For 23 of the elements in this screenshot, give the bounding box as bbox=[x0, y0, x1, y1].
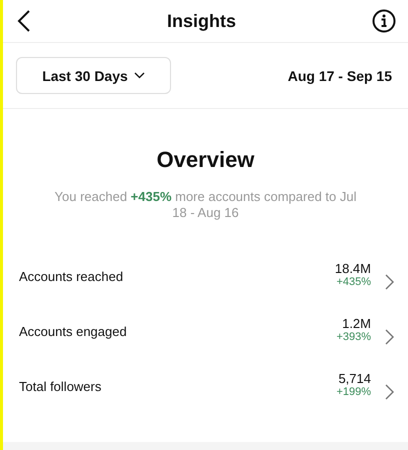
metric-label: Total followers bbox=[19, 378, 102, 394]
metric-value: 1.2M bbox=[342, 316, 371, 331]
period-dropdown[interactable]: Last 30 Days bbox=[16, 57, 171, 94]
screen-title: Insights bbox=[166, 10, 236, 32]
metric-change: +435% bbox=[336, 276, 371, 288]
metric-value: 5,714 bbox=[338, 371, 371, 386]
metric-label: Accounts engaged bbox=[19, 323, 128, 339]
date-range: Aug 17 - Sep 15 bbox=[288, 68, 392, 84]
section-title: Overview bbox=[156, 147, 254, 173]
metric-row[interactable]: Accounts reached 18.4M +435% bbox=[3, 261, 408, 316]
chevron-icon bbox=[385, 329, 394, 345]
chevron-icon bbox=[385, 274, 394, 290]
back-button[interactable] bbox=[17, 10, 31, 32]
summary-text: You reached +435% more accounts compared to Jul 18 - Aug 16 bbox=[54, 189, 358, 221]
metric-label: Accounts reached bbox=[19, 268, 124, 284]
caret-icon bbox=[134, 72, 145, 79]
metric-change: +393% bbox=[336, 331, 371, 343]
metric-row[interactable]: Accounts engaged 1.2M +393% bbox=[3, 316, 408, 371]
metric-value: 18.4M bbox=[334, 261, 371, 276]
info-button[interactable] bbox=[372, 9, 396, 33]
metric-change: +199% bbox=[336, 386, 371, 398]
chevron-icon bbox=[385, 384, 394, 400]
metric-row[interactable]: Total followers 5,714 +199% bbox=[3, 371, 408, 426]
